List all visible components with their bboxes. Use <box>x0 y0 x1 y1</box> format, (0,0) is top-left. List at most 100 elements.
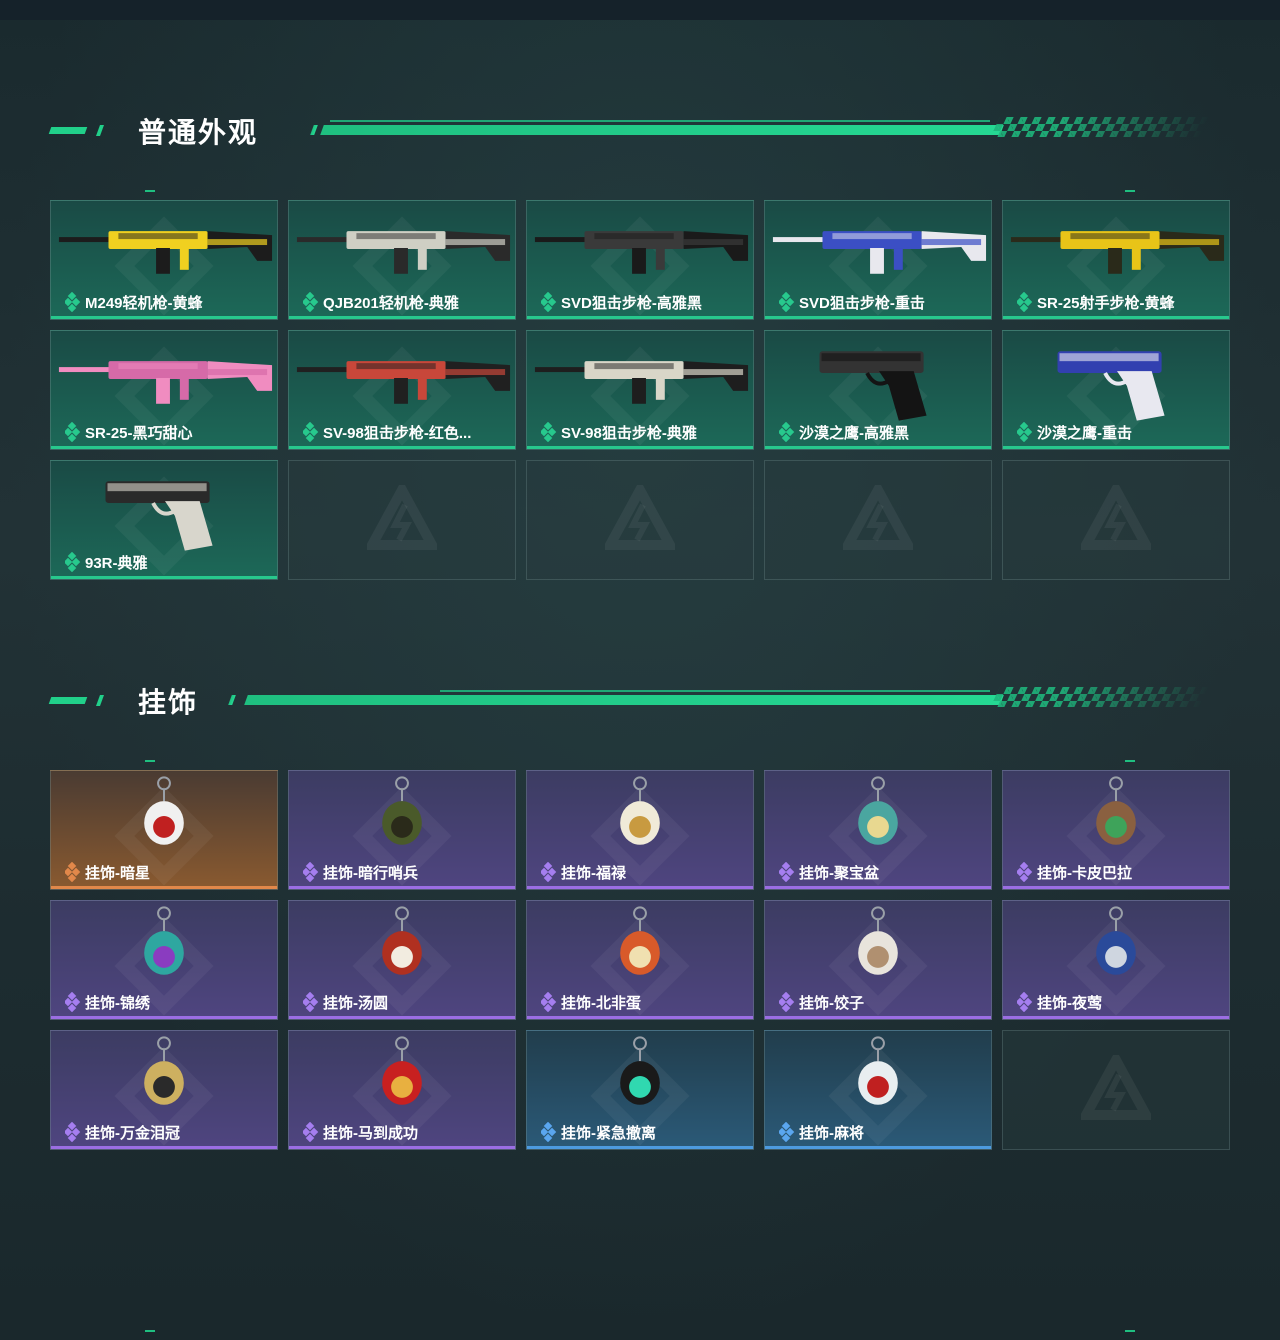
item-name: 挂饰-饺子 <box>799 994 864 1012</box>
item-label: SR-25-黑巧甜心 <box>65 422 193 442</box>
rarity-bar <box>527 316 753 319</box>
item-card[interactable]: M249轻机枪-黄蜂 <box>50 200 278 320</box>
section-header: 挂饰 <box>0 680 1280 720</box>
item-card[interactable]: 挂饰-福禄 <box>526 770 754 890</box>
item-label: SVD狙击步枪-高雅黑 <box>541 292 702 312</box>
rarity-bar <box>1003 1016 1229 1019</box>
item-label: 挂饰-夜莺 <box>1017 992 1102 1012</box>
item-card[interactable]: SR-25-黑巧甜心 <box>50 330 278 450</box>
item-name: SV-98狙击步枪-红色... <box>323 424 472 442</box>
rarity-diamond-icon <box>1017 292 1033 312</box>
item-card[interactable]: 挂饰-暗行哨兵 <box>288 770 516 890</box>
header-line <box>310 125 318 135</box>
item-card[interactable]: 挂饰-夜莺 <box>1002 900 1230 1020</box>
placeholder-logo-icon <box>367 485 437 550</box>
item-card[interactable]: SVD狙击步枪-重击 <box>764 200 992 320</box>
rarity-bar <box>527 886 753 889</box>
item-card[interactable]: 挂饰-马到成功 <box>288 1030 516 1150</box>
section-title: 挂饰 <box>138 686 199 719</box>
item-label: 93R-典雅 <box>65 552 148 572</box>
item-grid: 挂饰-暗星 挂饰-暗行哨兵 挂饰-福禄 挂饰-聚宝盆 挂饰-卡皮巴拉 挂饰-锦绣… <box>50 770 1230 1150</box>
item-card[interactable]: SV-98狙击步枪-红色... <box>288 330 516 450</box>
rarity-bar <box>51 1016 277 1019</box>
item-label: 挂饰-饺子 <box>779 992 864 1012</box>
item-name: 挂饰-紧急撤离 <box>561 1124 656 1142</box>
item-grid: M249轻机枪-黄蜂 QJB201轻机枪-典雅 SVD狙击步枪-高雅黑 SVD狙… <box>50 200 1230 580</box>
placeholder-logo-icon <box>1081 485 1151 550</box>
item-name: SVD狙击步枪-重击 <box>799 294 925 312</box>
item-card[interactable]: 挂饰-北非蛋 <box>526 900 754 1020</box>
item-label: 挂饰-马到成功 <box>303 1122 418 1142</box>
item-card[interactable]: 挂饰-万金泪冠 <box>50 1030 278 1150</box>
item-name: SV-98狙击步枪-典雅 <box>561 424 697 442</box>
item-card[interactable]: 挂饰-聚宝盆 <box>764 770 992 890</box>
rarity-diamond-icon <box>541 1122 557 1142</box>
header-checker <box>990 117 1210 137</box>
item-label: 挂饰-暗星 <box>65 862 150 882</box>
rarity-diamond-icon <box>303 422 319 442</box>
rarity-bar <box>289 316 515 319</box>
item-name: 挂饰-万金泪冠 <box>85 1124 180 1142</box>
item-card[interactable]: 挂饰-饺子 <box>764 900 992 1020</box>
item-name: M249轻机枪-黄蜂 <box>85 294 203 312</box>
header-thin-line <box>330 120 990 122</box>
item-label: 沙漠之鹰-重击 <box>1017 422 1132 442</box>
item-name: SVD狙击步枪-高雅黑 <box>561 294 702 312</box>
header-accent <box>48 127 88 134</box>
item-card[interactable]: 挂饰-暗星 <box>50 770 278 890</box>
rarity-bar <box>765 1146 991 1149</box>
rarity-bar <box>1003 446 1229 449</box>
rarity-bar <box>527 1146 753 1149</box>
corner-tick <box>1125 190 1135 192</box>
item-card[interactable]: 挂饰-麻将 <box>764 1030 992 1150</box>
corner-tick <box>145 190 155 192</box>
rarity-bar <box>51 1146 277 1149</box>
item-card[interactable]: SR-25射手步枪-黄蜂 <box>1002 200 1230 320</box>
item-name: SR-25射手步枪-黄蜂 <box>1037 294 1175 312</box>
header-accent <box>95 125 105 136</box>
item-label: 挂饰-锦绣 <box>65 992 150 1012</box>
rarity-diamond-icon <box>65 1122 81 1142</box>
item-name: SR-25-黑巧甜心 <box>85 424 193 442</box>
rarity-diamond-icon <box>65 992 81 1012</box>
item-name: 挂饰-麻将 <box>799 1124 864 1142</box>
rarity-bar <box>289 886 515 889</box>
corner-tick <box>1125 1330 1135 1332</box>
item-card[interactable]: 沙漠之鹰-高雅黑 <box>764 330 992 450</box>
rarity-bar <box>1003 886 1229 889</box>
rarity-diamond-icon <box>303 1122 319 1142</box>
item-card[interactable]: 挂饰-锦绣 <box>50 900 278 1020</box>
item-card[interactable]: 挂饰-汤圆 <box>288 900 516 1020</box>
item-card[interactable]: SV-98狙击步枪-典雅 <box>526 330 754 450</box>
placeholder-logo-icon <box>1081 1055 1151 1120</box>
rarity-bar <box>765 886 991 889</box>
rarity-bar <box>51 446 277 449</box>
rarity-diamond-icon <box>1017 992 1033 1012</box>
rarity-bar <box>51 316 277 319</box>
rarity-bar <box>527 1016 753 1019</box>
item-label: 挂饰-暗行哨兵 <box>303 862 418 882</box>
corner-tick <box>145 1330 155 1332</box>
rarity-diamond-icon <box>65 292 81 312</box>
item-label: 沙漠之鹰-高雅黑 <box>779 422 909 442</box>
item-label: M249轻机枪-黄蜂 <box>65 292 203 312</box>
item-name: 挂饰-夜莺 <box>1037 994 1102 1012</box>
item-label: SV-98狙击步枪-红色... <box>303 422 471 442</box>
rarity-bar <box>289 1016 515 1019</box>
empty-slot <box>1002 460 1230 580</box>
item-card[interactable]: 挂饰-卡皮巴拉 <box>1002 770 1230 890</box>
item-card[interactable]: SVD狙击步枪-高雅黑 <box>526 200 754 320</box>
rarity-diamond-icon <box>779 862 795 882</box>
item-card[interactable]: 沙漠之鹰-重击 <box>1002 330 1230 450</box>
rarity-diamond-icon <box>1017 422 1033 442</box>
item-card[interactable]: 93R-典雅 <box>50 460 278 580</box>
header-line <box>244 695 1004 705</box>
header-line <box>320 125 1004 135</box>
corner-tick <box>145 760 155 762</box>
item-card[interactable]: 挂饰-紧急撤离 <box>526 1030 754 1150</box>
rarity-diamond-icon <box>779 292 795 312</box>
item-label: 挂饰-福禄 <box>541 862 626 882</box>
item-name: 沙漠之鹰-高雅黑 <box>799 424 909 442</box>
placeholder-logo-icon <box>843 485 913 550</box>
item-card[interactable]: QJB201轻机枪-典雅 <box>288 200 516 320</box>
